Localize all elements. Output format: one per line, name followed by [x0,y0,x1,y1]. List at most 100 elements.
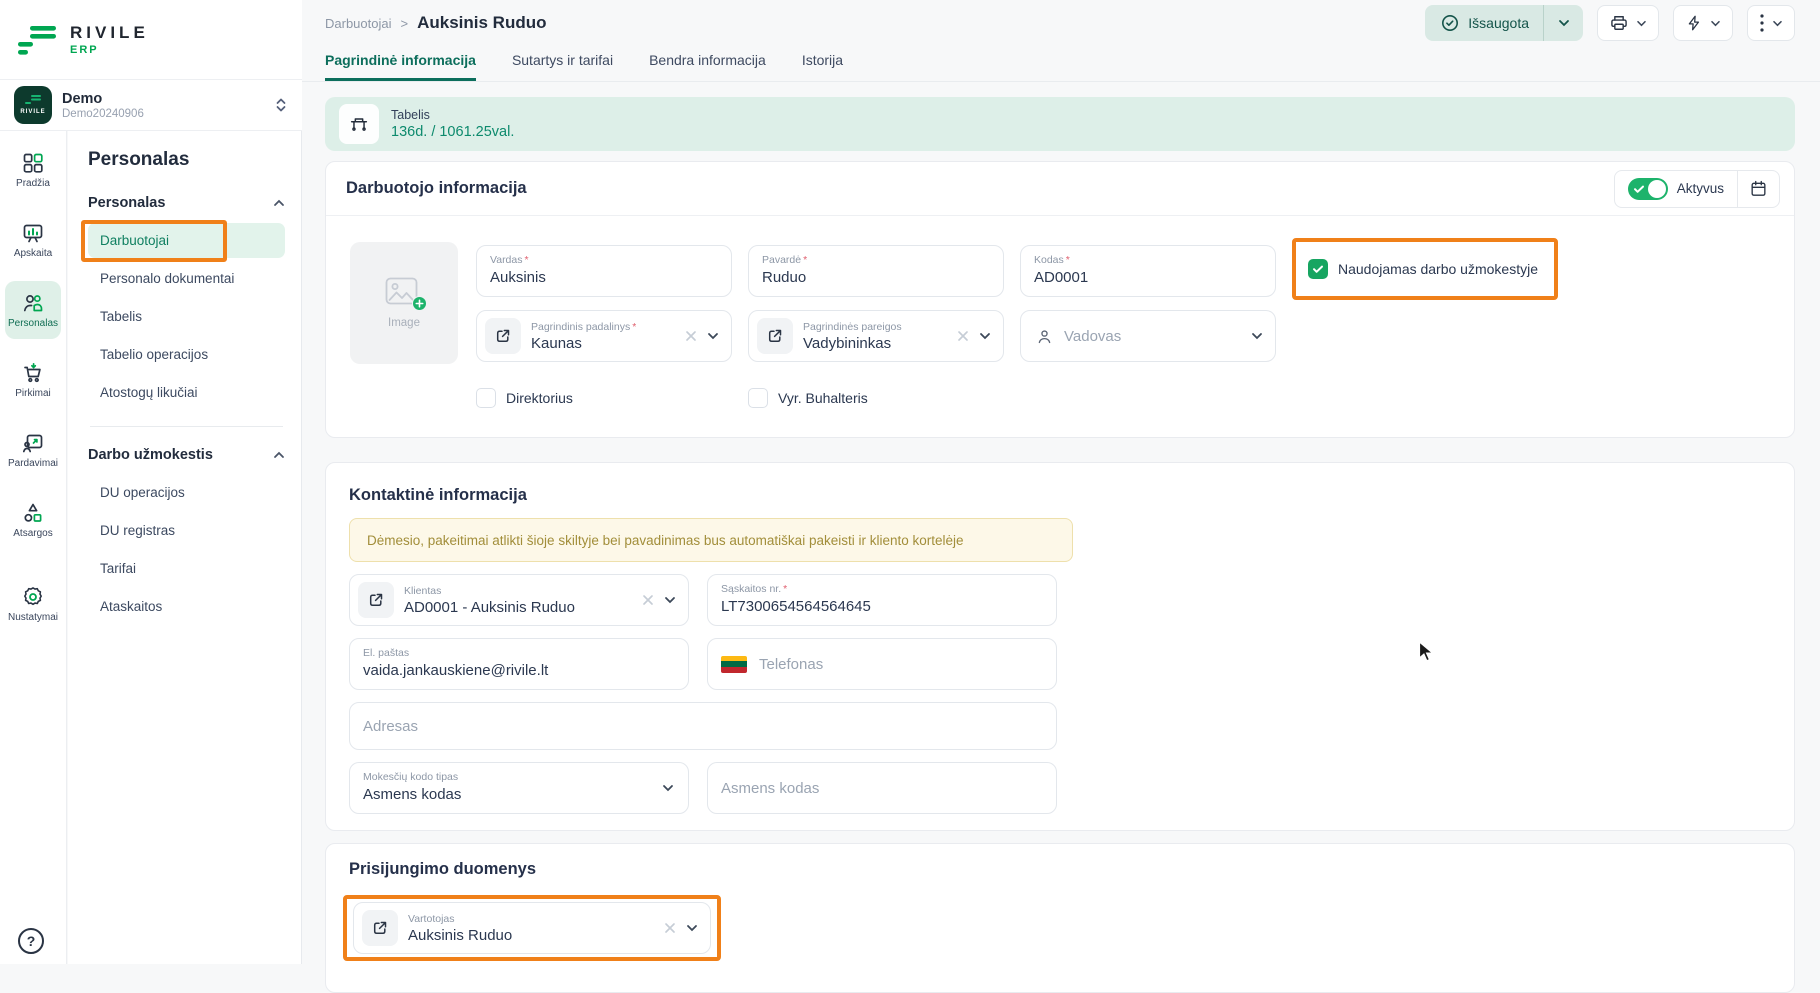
clear-icon[interactable] [664,922,676,934]
naudojamas-checkbox[interactable]: Naudojamas darbo užmokestyje [1308,259,1538,279]
save-button[interactable]: Išsaugota [1425,5,1583,41]
mokesciu-tipas-select[interactable]: Mokesčių kodo tipas Asmens kodas [349,762,689,814]
sidebar-title: Personalas [88,149,285,171]
sidebar-item-personalo-dokumentai[interactable]: Personalo dokumentai [88,261,285,296]
sidebar-item-atostogu-likuciai[interactable]: Atostogų likučiai [88,375,285,410]
banner-text: Tabelis 136d. / 1061.25val. [391,108,514,140]
asmens-kodas-field[interactable]: Asmens kodas [707,762,1057,814]
sidebar-item-du-registras[interactable]: DU registras [88,513,285,548]
chevron-up-icon [273,451,285,459]
vyr-buhalteris-checkbox[interactable]: Vyr. Buhalteris [748,388,868,408]
company-name: Demo [62,91,144,107]
external-link-icon[interactable] [358,582,394,618]
help-label: ? [27,933,36,949]
rail-item-pirkimai[interactable]: Pirkimai [5,351,61,409]
rail-label: Pardavimai [8,458,58,469]
lithuania-flag-icon [721,656,747,673]
telefonas-field[interactable]: Telefonas [707,638,1057,690]
klientas-combo[interactable]: Klientas AD0001 - Auksinis Ruduo [349,574,689,626]
padalinys-combo[interactable]: Pagrindinis padalinys* Kaunas [476,310,732,362]
rail-item-personalas[interactable]: Personalas [5,281,61,339]
sidebar-item-tabelio-operacijos[interactable]: Tabelio operacijos [88,337,285,372]
employee-image-upload[interactable]: Image [350,242,458,364]
print-button[interactable] [1597,5,1659,41]
padalinys-value: Kaunas [531,335,636,352]
save-dropdown-button[interactable] [1543,5,1583,41]
external-link-icon[interactable] [757,318,793,354]
checkbox-empty-icon[interactable] [748,388,768,408]
vadovas-select[interactable]: Vadovas [1020,310,1276,362]
sidebar-item-label: DU operacijos [100,485,185,500]
checkbox-checked-icon[interactable] [1308,259,1328,279]
rail-item-pardavimai[interactable]: Pardavimai [5,421,61,479]
direktorius-label: Direktorius [506,390,573,406]
tab-pagrindine-informacija[interactable]: Pagrindinė informacija [325,46,476,81]
more-menu-button[interactable] [1747,5,1795,41]
sidebar-section-darbo-uzmokestis[interactable]: Darbo užmokestis [88,447,285,463]
tab-sutartys-ir-tarifai[interactable]: Sutartys ir tarifai [512,46,613,81]
tab-bendra-informacija[interactable]: Bendra informacija [649,46,766,81]
sidebar-section-personalas[interactable]: Personalas [88,195,285,211]
image-placeholder-icon [385,277,423,309]
clear-icon[interactable] [642,594,654,606]
saskaitos-field[interactable]: Sąskaitos nr.* LT7300654564564645 [707,574,1057,626]
pavarde-field[interactable]: Pavardė* Ruduo [748,245,1004,297]
sidebar-item-tabelis[interactable]: Tabelis [88,299,285,334]
pareigos-combo[interactable]: Pagrindinės pareigos Vadybininkas [748,310,1004,362]
page-content: Tabelis 136d. / 1061.25val. Darbuotojo i… [302,82,1820,993]
vartotojas-value: Auksinis Ruduo [408,927,512,944]
toggle-switch[interactable] [1628,178,1668,200]
rail-item-apskaita[interactable]: Apskaita [5,211,61,269]
breadcrumb-parent[interactable]: Darbuotojai [325,16,392,31]
sidebar-item-tarifai[interactable]: Tarifai [88,551,285,586]
save-label: Išsaugota [1468,15,1529,31]
tabelis-banner[interactable]: Tabelis 136d. / 1061.25val. [325,97,1795,151]
field-label: Klientas [404,585,441,597]
el-pastas-value: vaida.jankauskiene@rivile.lt [363,662,676,679]
sidebar-divider [90,426,283,427]
lightning-icon [1685,13,1703,33]
employee-card-body: Image Vardas* Auksinis Pavardė* Ruduo [326,216,1794,408]
sidebar-item-ataskaitos[interactable]: Ataskaitos [88,589,285,624]
adresas-field[interactable]: Adresas [349,702,1057,750]
calendar-button[interactable] [1737,170,1779,208]
tab-istorija[interactable]: Istorija [802,46,843,81]
chevron-down-icon[interactable] [686,924,698,932]
vartotojas-combo[interactable]: Vartotojas Auksinis Ruduo [353,902,711,954]
active-toggle[interactable]: Aktyvus [1615,178,1737,200]
chevron-down-icon[interactable] [662,784,674,792]
chevron-down-icon[interactable] [1251,332,1263,340]
direktorius-checkbox[interactable]: Direktorius [476,388,748,408]
checkbox-empty-icon[interactable] [476,388,496,408]
automation-button[interactable] [1673,5,1733,41]
rail-item-nustatymai[interactable]: Nustatymai [5,575,61,633]
sidebar-item-du-operacijos[interactable]: DU operacijos [88,475,285,510]
clear-icon[interactable] [957,330,969,342]
login-card-title: Prisijungimo duomenys [349,860,1774,879]
status-toggle-group: Aktyvus [1614,170,1780,208]
employee-info-card: Darbuotojo informacija Aktyvus [325,161,1795,438]
chevron-down-icon[interactable] [979,332,991,340]
kodas-field[interactable]: Kodas* AD0001 [1020,245,1276,297]
tab-bar: Pagrindinė informacija Sutartys ir tarif… [302,46,1820,82]
role-checkboxes: Direktorius Vyr. Buhalteris [476,388,1558,408]
field-label: Pagrindinis padalinys [531,321,630,333]
printer-icon [1609,13,1629,33]
section-header-label: Personalas [88,195,165,211]
sidebar-item-darbuotojai[interactable]: Darbuotojai [88,223,285,258]
chevron-down-icon[interactable] [664,596,676,604]
help-button[interactable]: ? [18,928,44,954]
rail-item-pradzia[interactable]: Pradžia [5,141,61,199]
updown-icon [274,97,288,113]
required-mark: * [783,583,787,595]
el-pastas-field[interactable]: El. paštas vaida.jankauskiene@rivile.lt [349,638,689,690]
vardas-field[interactable]: Vardas* Auksinis [476,245,732,297]
rail-item-atsargos[interactable]: Atsargos [5,491,61,549]
rail-label: Nustatymai [8,612,58,623]
external-link-icon[interactable] [485,318,521,354]
external-link-icon[interactable] [362,910,398,946]
clear-icon[interactable] [685,330,697,342]
chevron-down-icon[interactable] [707,332,719,340]
klientas-value: AD0001 - Auksinis Ruduo [404,599,575,616]
company-selector[interactable]: RIVILE Demo Demo20240906 [0,79,302,131]
